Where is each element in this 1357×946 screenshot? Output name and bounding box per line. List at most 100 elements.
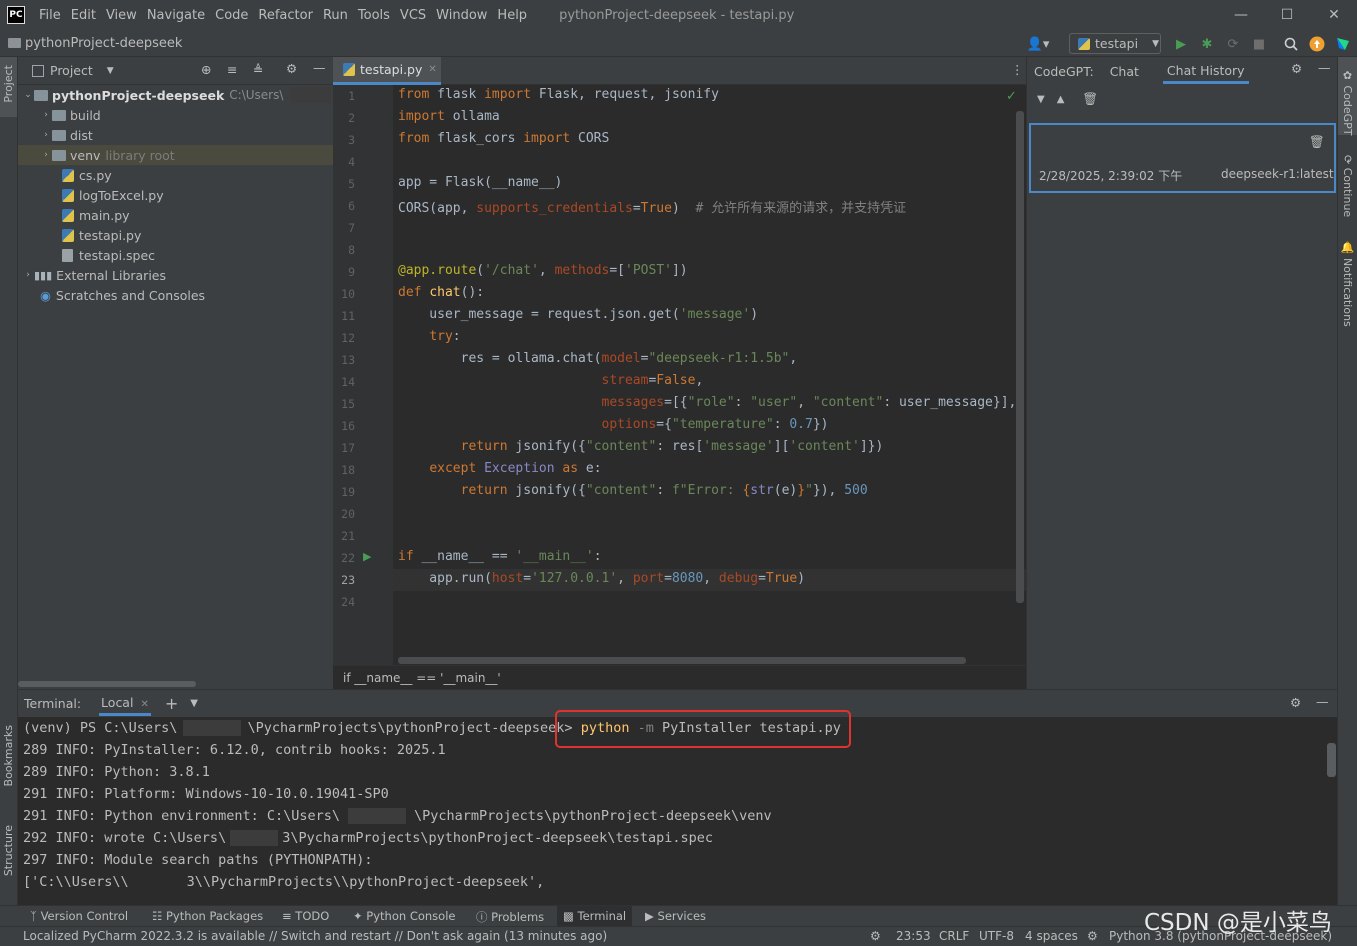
todo-tab[interactable]: ≡ TODO: [282, 909, 329, 923]
project-panel-title[interactable]: Project: [50, 63, 93, 78]
menu-run[interactable]: Run: [323, 8, 348, 23]
stop-icon[interactable]: ■: [1251, 36, 1267, 52]
add-terminal-icon[interactable]: +: [165, 694, 178, 713]
line-separator[interactable]: CRLF: [939, 929, 969, 943]
tree-item-build[interactable]: › build: [40, 105, 101, 125]
tree-item-cs-py[interactable]: cs.py: [62, 165, 112, 185]
tab-testapi-py[interactable]: testapi.py ✕: [333, 57, 441, 85]
code-line: try:: [429, 329, 461, 344]
problems-tab[interactable]: ⓘ Problems: [476, 909, 544, 925]
tree-item-scratches[interactable]: ◉ Scratches and Consoles: [40, 285, 205, 305]
file-encoding[interactable]: UTF-8: [979, 929, 1014, 943]
list-icon: ≡: [282, 909, 292, 923]
python-packages-tab[interactable]: ☷ Python Packages: [152, 909, 263, 923]
codegpt-tool-button[interactable]: ✿ CodeGPT: [1341, 69, 1354, 136]
run-gutter-icon[interactable]: ▶: [363, 550, 371, 563]
delete-icon[interactable]: 🗑: [1309, 134, 1325, 150]
code-line: user_message = request.json.get('message…: [398, 307, 759, 322]
horizontal-scrollbar[interactable]: [18, 681, 196, 687]
project-view-icon: [32, 64, 44, 77]
tree-item-logtoexcel-py[interactable]: logToExcel.py: [62, 185, 164, 205]
caret-position[interactable]: 23:53: [896, 929, 931, 943]
maximize-icon[interactable]: ☐: [1264, 0, 1310, 30]
hide-icon[interactable]: —: [1318, 60, 1331, 75]
tree-item-testapi-py[interactable]: testapi.py: [62, 225, 141, 245]
tree-root[interactable]: ⌄ pythonProject-deepseek C:\Users\: [22, 85, 332, 105]
sync-icon[interactable]: ⚙: [870, 929, 881, 943]
code-breadcrumb[interactable]: if __name__ == '__main__': [333, 665, 1026, 689]
gear-icon[interactable]: ⚙: [1291, 61, 1302, 76]
expand-icon[interactable]: ▼: [1037, 94, 1045, 105]
trash-icon[interactable]: 🗑: [1082, 91, 1098, 107]
code-editor[interactable]: from flask import Flask, request, jsonif…: [393, 85, 1026, 665]
tree-item-external-libraries[interactable]: › ▮▮▮ External Libraries: [22, 265, 166, 285]
chevron-down-icon[interactable]: ▼: [190, 698, 198, 709]
bookmarks-tool-button[interactable]: Bookmarks: [2, 725, 15, 786]
services-tab[interactable]: ▶ Services: [645, 909, 706, 923]
hide-icon[interactable]: —: [313, 60, 326, 75]
menu-window[interactable]: Window: [436, 8, 487, 23]
menu-vcs[interactable]: VCS: [400, 8, 426, 23]
hide-icon[interactable]: —: [1316, 694, 1329, 709]
tree-item-main-py[interactable]: main.py: [62, 205, 130, 225]
terminal-scrollbar[interactable]: [1327, 743, 1336, 777]
vertical-scrollbar[interactable]: [1016, 111, 1024, 603]
python-file-icon: [62, 228, 74, 242]
packages-icon: ☷: [152, 909, 163, 923]
run-icon[interactable]: ▶: [1173, 36, 1189, 52]
jetbrains-icon[interactable]: [1335, 36, 1351, 52]
more-options-icon[interactable]: ⋮: [1011, 62, 1024, 77]
continue-tool-button[interactable]: ⟳ Continue: [1341, 155, 1354, 217]
menu-code[interactable]: Code: [215, 8, 248, 23]
search-icon[interactable]: [1283, 36, 1299, 52]
project-tool-button[interactable]: Project: [2, 65, 15, 103]
run-configuration-select[interactable]: testapi ▼: [1069, 33, 1161, 54]
python-file-icon: [343, 63, 355, 76]
coverage-icon[interactable]: ⟳: [1225, 36, 1241, 52]
chevron-down-icon[interactable]: ▼: [107, 66, 114, 76]
close-tab-icon[interactable]: ✕: [428, 64, 436, 75]
gear-icon[interactable]: ⚙: [286, 61, 297, 76]
collapse-icon[interactable]: ▲: [1057, 94, 1065, 105]
locate-icon[interactable]: ⊕: [201, 62, 211, 77]
menu-tools[interactable]: Tools: [358, 8, 390, 23]
menu-file[interactable]: File: [39, 8, 61, 23]
menu-refactor[interactable]: Refactor: [258, 8, 313, 23]
chat-history-item[interactable]: 🗑 2/28/2025, 2:39:02 下午 deepseek-r1:late…: [1029, 123, 1336, 193]
update-icon[interactable]: [1309, 36, 1325, 52]
redacted-region: [183, 720, 242, 736]
close-icon[interactable]: ✕: [1311, 0, 1357, 30]
menu-help[interactable]: Help: [497, 8, 527, 23]
menu-view[interactable]: View: [106, 8, 137, 23]
debug-icon[interactable]: ✱: [1199, 36, 1215, 52]
menu-navigate[interactable]: Navigate: [147, 8, 205, 23]
python-file-icon: [62, 188, 74, 202]
history-model: deepseek-r1:latest: [1221, 167, 1334, 181]
expand-all-icon[interactable]: ≡: [227, 62, 237, 77]
code-line: app.run(host='127.0.0.1', port=8080, deb…: [398, 571, 806, 586]
python-console-tab[interactable]: ✦ Python Console: [353, 909, 455, 923]
indentation[interactable]: 4 spaces: [1025, 929, 1078, 943]
tree-item-venv[interactable]: › venv library root: [18, 145, 333, 165]
gear-icon[interactable]: ⚙: [1290, 695, 1301, 710]
tab-chat[interactable]: Chat: [1110, 64, 1139, 79]
collapse-all-icon[interactable]: ≜: [253, 62, 263, 77]
terminal-tab-local[interactable]: Local ✕: [99, 691, 151, 716]
tab-chat-history[interactable]: Chat History: [1162, 63, 1249, 84]
user-icon[interactable]: 👤▾: [1025, 36, 1051, 52]
tree-item-dist[interactable]: › dist: [40, 125, 93, 145]
status-message[interactable]: Localized PyCharm 2022.3.2 is available …: [23, 929, 607, 943]
close-tab-icon[interactable]: ✕: [140, 699, 148, 710]
bell-icon: 🔔: [1341, 241, 1354, 258]
menu-edit[interactable]: Edit: [71, 8, 96, 23]
line-number: 21: [341, 529, 355, 543]
structure-tool-button[interactable]: Structure: [2, 825, 15, 876]
version-control-tab[interactable]: ᛉ Version Control: [30, 909, 128, 923]
line-number: 5: [348, 177, 355, 191]
notifications-tool-button[interactable]: 🔔 Notifications: [1341, 241, 1354, 327]
minimize-icon[interactable]: —: [1218, 0, 1264, 30]
terminal-tab[interactable]: ▩ Terminal: [557, 906, 633, 927]
breadcrumb-project[interactable]: pythonProject-deepseek: [25, 36, 182, 51]
tree-item-testapi-spec[interactable]: testapi.spec: [62, 245, 155, 265]
horizontal-scrollbar[interactable]: [398, 657, 966, 664]
